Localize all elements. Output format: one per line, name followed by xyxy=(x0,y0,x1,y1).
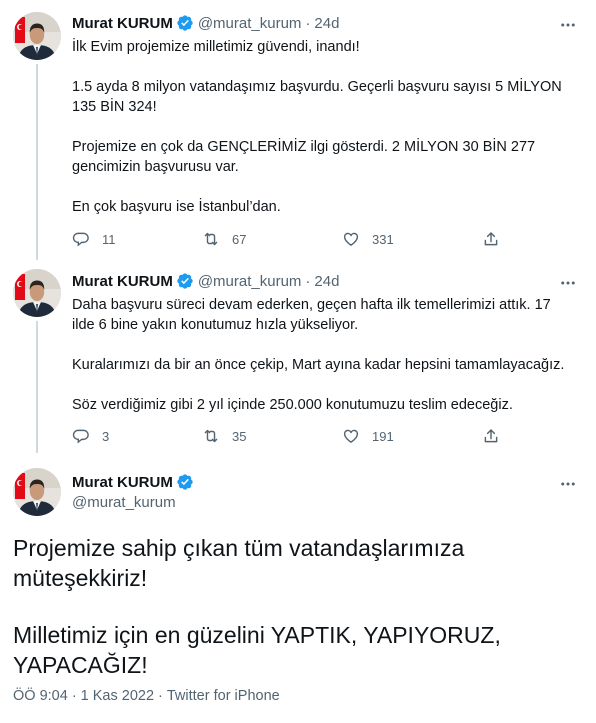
tweet-line: Söz verdiğimiz gibi 2 yıl içinde 250.000… xyxy=(72,397,513,413)
tweet-text: Daha başvuru süreci devam ederken, geçen… xyxy=(72,295,577,415)
focused-tweet-text: Projemize sahip çıkan tüm vatandaşlarımı… xyxy=(13,533,583,593)
share-icon xyxy=(482,427,500,445)
more-options-button[interactable] xyxy=(556,474,580,494)
verified-badge-icon xyxy=(176,14,194,32)
share-button[interactable] xyxy=(482,230,500,248)
retweet-count: 35 xyxy=(232,428,247,444)
tweet-date[interactable]: 1 Kas 2022 xyxy=(81,688,154,704)
tweet-actions: 3 35 191 xyxy=(72,427,512,445)
tweet-line: 135 BİN 324! xyxy=(72,99,157,115)
tweet-line: Projemize en çok da GENÇLERİMİZ ilgi gös… xyxy=(72,139,536,155)
author-handle[interactable]: @murat_kurum xyxy=(198,15,302,32)
heart-icon xyxy=(342,427,360,445)
retweet-button[interactable]: 35 xyxy=(202,427,342,445)
tweet-line: gencimizin başvurusu var. xyxy=(72,159,239,175)
avatar-image xyxy=(13,269,61,317)
tweet-line: Daha başvuru süreci devam ederken, geçen… xyxy=(72,297,551,313)
more-options-button[interactable] xyxy=(556,15,580,35)
tweet-line: İlk Evim projemize milletimiz güvendi, i… xyxy=(72,39,360,55)
tweet-line: Kuralarımızı da bir an önce çekip, Mart … xyxy=(72,357,565,373)
reply-icon xyxy=(72,230,90,248)
tweet-line: En çok başvuru ise İstanbul’dan. xyxy=(72,199,281,215)
retweet-count: 67 xyxy=(232,231,247,247)
retweet-icon xyxy=(202,427,220,445)
author-handle[interactable]: @murat_kurum xyxy=(198,273,302,290)
tweet-time[interactable]: 24d xyxy=(314,273,339,290)
more-icon xyxy=(559,475,577,493)
avatar-image xyxy=(13,468,61,516)
share-icon xyxy=(482,230,500,248)
heart-icon xyxy=(342,230,360,248)
avatar[interactable] xyxy=(13,269,61,317)
tweet-time[interactable]: 24d xyxy=(314,15,339,32)
like-button[interactable]: 331 xyxy=(342,230,482,248)
tweet-line: Projemize sahip çıkan tüm vatandaşlarımı… xyxy=(13,535,465,561)
reply-icon xyxy=(72,427,90,445)
reply-button[interactable]: 11 xyxy=(72,230,202,248)
tweet-line: Milletimiz için en güzelini YAPTIK, YAPI… xyxy=(13,622,501,648)
tweet-text: İlk Evim projemize milletimiz güvendi, i… xyxy=(72,37,577,217)
separator-dot: · xyxy=(71,688,77,704)
tweet-timestamp[interactable]: ÖÖ 9:04 xyxy=(13,688,68,704)
like-count: 191 xyxy=(372,428,394,444)
separator-dot: · xyxy=(305,272,311,290)
focused-tweet-author: Murat KURUM xyxy=(72,473,198,491)
thread-connector-line xyxy=(36,64,38,260)
focused-tweet-text: Milletimiz için en güzelini YAPTIK, YAPI… xyxy=(13,620,583,680)
tweet-actions: 11 67 331 xyxy=(72,230,512,248)
tweet-source[interactable]: Twitter for iPhone xyxy=(167,688,280,704)
reply-count: 3 xyxy=(102,428,110,444)
like-count: 331 xyxy=(372,231,394,247)
like-button[interactable]: 191 xyxy=(342,427,482,445)
tweet-header: Murat KURUM @murat_kurum · 24d xyxy=(72,272,339,290)
more-options-button[interactable] xyxy=(556,273,580,293)
retweet-icon xyxy=(202,230,220,248)
verified-badge-icon xyxy=(176,473,194,491)
author-handle[interactable]: @murat_kurum xyxy=(72,494,176,511)
author-name[interactable]: Murat KURUM xyxy=(72,273,173,290)
reply-button[interactable]: 3 xyxy=(72,427,202,445)
tweet-line: müteşekkiriz! xyxy=(13,565,148,591)
reply-count: 11 xyxy=(102,231,116,247)
avatar[interactable] xyxy=(13,12,61,60)
separator-dot: · xyxy=(305,14,311,32)
more-icon xyxy=(559,274,577,292)
separator-dot: · xyxy=(158,688,163,704)
thread-connector-line xyxy=(36,321,38,453)
tweet-header: Murat KURUM @murat_kurum · 24d xyxy=(72,14,339,32)
verified-badge-icon xyxy=(176,272,194,290)
author-name[interactable]: Murat KURUM xyxy=(72,474,173,491)
author-name[interactable]: Murat KURUM xyxy=(72,15,173,32)
tweet-line: 1.5 ayda 8 milyon vatandaşımız başvurdu.… xyxy=(72,79,562,95)
avatar[interactable] xyxy=(13,468,61,516)
tweet-metadata: ÖÖ 9:04 · 1 Kas 2022 · Twitter for iPhone xyxy=(13,688,280,704)
more-icon xyxy=(559,16,577,34)
share-button[interactable] xyxy=(482,427,500,445)
avatar-image xyxy=(13,12,61,60)
tweet-line: YAPACAĞIZ! xyxy=(13,652,148,678)
retweet-button[interactable]: 67 xyxy=(202,230,342,248)
tweet-line: ilde 6 bine yakın konutumuz hızla yüksel… xyxy=(72,317,359,333)
